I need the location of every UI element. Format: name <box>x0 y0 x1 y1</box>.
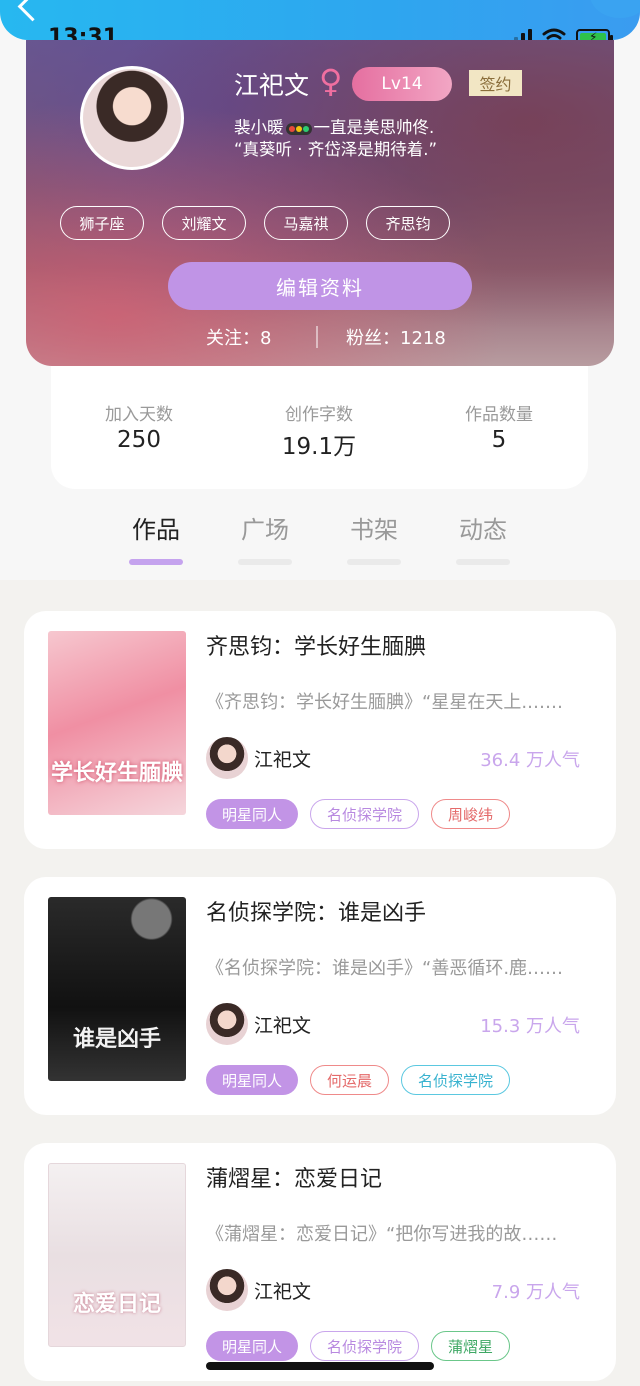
home-indicator[interactable] <box>206 1362 434 1370</box>
floating-button[interactable] <box>590 0 640 18</box>
work-tag[interactable]: 名侦探学院 <box>310 1331 420 1361</box>
work-tags: 明星同人 何运晨 名侦探学院 <box>206 1065 511 1095</box>
work-description: 《齐思钧：学长好生腼腆》“星星在天上.…… <box>206 692 564 713</box>
bio-text: 裴小暖 <box>234 118 284 137</box>
tab-label: 广场 <box>241 516 289 544</box>
work-tag[interactable]: 明星同人 <box>206 1331 299 1361</box>
work-tag[interactable]: 何运晨 <box>310 1065 390 1095</box>
stat-label: 作品数量 <box>465 405 533 425</box>
profile-tag[interactable]: 狮子座 <box>60 206 144 240</box>
work-tag[interactable]: 名侦探学院 <box>310 799 420 829</box>
profile-tag[interactable]: 刘耀文 <box>162 206 246 240</box>
work-tag[interactable]: 周峻纬 <box>431 799 511 829</box>
stat-value: 250 <box>117 427 161 453</box>
tab-indicator <box>238 559 292 565</box>
stat-value: 5 <box>491 427 507 453</box>
cover-text: 恋爱日记 <box>72 1292 161 1317</box>
signed-badge: 签约 <box>469 70 522 96</box>
tab-label: 动态 <box>459 516 507 544</box>
tab-activity[interactable]: 动态 <box>443 510 523 565</box>
book-cover[interactable]: 学长好生腼腆 <box>48 631 186 815</box>
profile-card: 江祀文 ♀ Lv14 签约 裴小暖 一直是美思帅佟. “真葵听 · 齐岱泽是期待着… <box>26 40 614 366</box>
stat-join-days: 加入天数 250 <box>69 400 209 453</box>
stat-label: 创作字数 <box>285 405 353 425</box>
following-label: 关注： <box>206 328 260 349</box>
profile-tag[interactable]: 齐思钧 <box>366 206 450 240</box>
work-card[interactable]: 谁是凶手 名侦探学院：谁是凶手 《名侦探学院：谁是凶手》“善恶循环.鹿…… 江祀… <box>24 877 616 1115</box>
followers-link[interactable]: 粉丝：1218 <box>346 324 446 350</box>
tab-bookshelf[interactable]: 书架 <box>334 510 414 565</box>
back-arrow-icon[interactable] <box>17 0 48 22</box>
work-tag[interactable]: 明星同人 <box>206 799 299 829</box>
profile-name: 江祀文 <box>234 71 310 100</box>
book-cover[interactable]: 谁是凶手 <box>48 897 186 1081</box>
author-avatar <box>206 1269 248 1311</box>
traffic-light-emoji-icon <box>285 122 312 135</box>
tab-indicator <box>129 559 183 565</box>
work-title[interactable]: 蒲熠星：恋爱日记 <box>206 1161 382 1193</box>
edit-profile-button[interactable]: 编辑资料 <box>168 262 472 310</box>
profile-bio: 裴小暖 一直是美思帅佟. “真葵听 · 齐岱泽是期待着.” <box>234 117 594 161</box>
profile-tag[interactable]: 马嘉祺 <box>264 206 348 240</box>
avatar[interactable] <box>80 66 184 170</box>
popularity-count: 15.3 万人气 <box>480 1016 580 1037</box>
author-avatar <box>206 737 248 779</box>
bio-text: 一直是美思帅佟. <box>313 118 435 137</box>
cover-text: 谁是凶手 <box>72 1027 161 1052</box>
content-tabs: 作品 广场 书架 动态 <box>0 510 640 570</box>
stat-works-count: 作品数量 5 <box>429 400 569 453</box>
work-title[interactable]: 名侦探学院：谁是凶手 <box>206 895 426 927</box>
bio-text: “真葵听 · 齐岱泽是期待着.” <box>234 140 438 159</box>
tab-square[interactable]: 广场 <box>225 510 305 565</box>
stat-word-count: 创作字数 19.1万 <box>249 400 389 461</box>
work-tag[interactable]: 蒲熠星 <box>431 1331 511 1361</box>
author-avatar <box>206 1003 248 1045</box>
following-link[interactable]: 关注：8 <box>206 324 271 350</box>
author-name: 江祀文 <box>254 1281 312 1303</box>
tab-label: 书架 <box>350 516 398 544</box>
author-name: 江祀文 <box>254 1015 312 1037</box>
author-name: 江祀文 <box>254 749 312 771</box>
work-tags: 明星同人 名侦探学院 周峻纬 <box>206 799 511 829</box>
followers-count: 1218 <box>400 328 446 349</box>
work-card[interactable]: 学长好生腼腆 齐思钧：学长好生腼腆 《齐思钧：学长好生腼腆》“星星在天上.…… … <box>24 611 616 849</box>
following-count: 8 <box>260 328 272 349</box>
profile-tags: 狮子座 刘耀文 马嘉祺 齐思钧 <box>60 206 450 240</box>
stat-value: 19.1万 <box>281 434 357 460</box>
work-tag[interactable]: 明星同人 <box>206 1065 299 1095</box>
work-card[interactable]: 恋爱日记 蒲熠星：恋爱日记 《蒲熠星：恋爱日记》“把你写进我的故…… 江祀文 7… <box>24 1143 616 1381</box>
work-tag[interactable]: 名侦探学院 <box>401 1065 511 1095</box>
female-gender-icon: ♀ <box>319 62 343 100</box>
work-description: 《蒲熠星：恋爱日记》“把你写进我的故…… <box>206 1224 558 1245</box>
book-cover[interactable]: 恋爱日记 <box>48 1163 186 1347</box>
stat-label: 加入天数 <box>105 405 173 425</box>
stats-card: 加入天数 250 创作字数 19.1万 作品数量 5 <box>51 366 588 489</box>
tab-indicator <box>456 559 510 565</box>
tab-label: 作品 <box>132 516 180 544</box>
tab-indicator <box>347 559 401 565</box>
work-tags: 明星同人 名侦探学院 蒲熠星 <box>206 1331 511 1361</box>
follow-stats: 关注：8 粉丝：1218 <box>26 324 614 352</box>
cover-text: 学长好生腼腆 <box>50 761 183 786</box>
popularity-count: 36.4 万人气 <box>480 750 580 771</box>
work-title[interactable]: 齐思钧：学长好生腼腆 <box>206 629 426 661</box>
tab-works[interactable]: 作品 <box>116 510 196 565</box>
divider <box>316 326 318 348</box>
popularity-count: 7.9 万人气 <box>491 1282 580 1303</box>
work-description: 《名侦探学院：谁是凶手》“善恶循环.鹿…… <box>206 958 564 979</box>
followers-label: 粉丝： <box>346 328 400 349</box>
level-badge: Lv14 <box>352 67 452 101</box>
